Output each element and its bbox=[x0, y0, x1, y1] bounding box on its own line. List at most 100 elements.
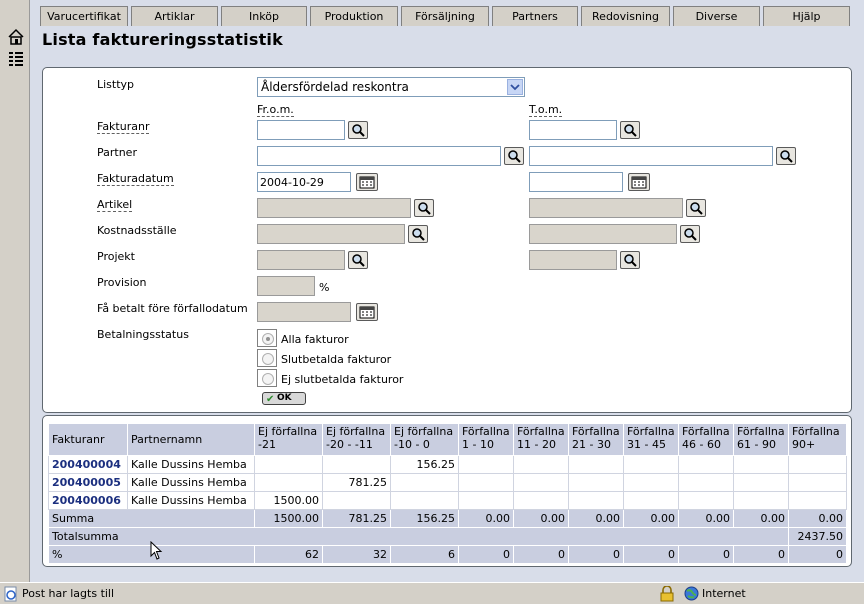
fakturadatum-to-calendar-button[interactable] bbox=[628, 173, 650, 191]
value-cell bbox=[254, 473, 323, 492]
value-cell bbox=[733, 455, 789, 474]
home-icon[interactable] bbox=[7, 28, 25, 46]
betalt-fore-calendar-button[interactable] bbox=[356, 303, 378, 321]
percent-cell: 6 bbox=[390, 545, 459, 564]
provision-input[interactable] bbox=[257, 276, 315, 296]
partner-label: Partner bbox=[97, 146, 137, 159]
value-cell bbox=[322, 491, 391, 510]
projekt-from-search-button[interactable] bbox=[348, 251, 368, 269]
results-table: Fakturanr Partnernamn Ej förfallna -21 E… bbox=[48, 423, 847, 564]
fakturanr-from-search-button[interactable] bbox=[348, 121, 368, 139]
col-header[interactable]: Förfallna 31 - 45 bbox=[623, 423, 679, 456]
col-header[interactable]: Förfallna 11 - 20 bbox=[513, 423, 569, 456]
value-cell bbox=[390, 473, 459, 492]
left-toolbar bbox=[0, 0, 30, 582]
fakturanr-link[interactable]: 200400004 bbox=[52, 458, 121, 471]
radio-alla-fakturor-label: Alla fakturor bbox=[281, 333, 349, 346]
status-text: Post har lagts till bbox=[22, 587, 115, 600]
ok-button[interactable]: ✔ OK bbox=[262, 392, 306, 405]
tab-hjalp[interactable]: Hjälp bbox=[763, 6, 850, 26]
radio-ej-slutbetalda-fakturor[interactable] bbox=[257, 369, 277, 387]
col-header[interactable]: Förfallna 46 - 60 bbox=[678, 423, 734, 456]
radio-alla-fakturor[interactable] bbox=[257, 329, 277, 347]
value-cell bbox=[513, 491, 569, 510]
percent-cell: 0 bbox=[788, 545, 847, 564]
artikel-from-search-button[interactable] bbox=[414, 199, 434, 217]
projekt-to-input[interactable] bbox=[529, 250, 617, 270]
col-header[interactable]: Förfallna 90+ bbox=[788, 423, 847, 456]
kostnadsstalle-from-input[interactable] bbox=[257, 224, 405, 244]
tom-column-header: T.o.m. bbox=[529, 103, 563, 117]
projekt-to-search-button[interactable] bbox=[620, 251, 640, 269]
tab-redovisning[interactable]: Redovisning bbox=[581, 6, 670, 26]
partner-from-input[interactable] bbox=[257, 146, 501, 166]
fakturanr-link[interactable]: 200400005 bbox=[52, 476, 121, 489]
value-cell bbox=[733, 491, 789, 510]
fakturanr-to-search-button[interactable] bbox=[620, 121, 640, 139]
kostnadsstalle-from-search-button[interactable] bbox=[408, 225, 428, 243]
fakturanr-from-input[interactable] bbox=[257, 120, 345, 140]
value-cell bbox=[623, 455, 679, 474]
col-header[interactable]: Förfallna 61 - 90 bbox=[733, 423, 789, 456]
tab-diverse[interactable]: Diverse bbox=[673, 6, 760, 26]
search-icon bbox=[684, 228, 697, 241]
betalt-fore-input[interactable] bbox=[257, 302, 351, 322]
summa-cell: 0.00 bbox=[678, 509, 734, 528]
col-header[interactable]: Ej förfallna -21 bbox=[254, 423, 323, 456]
partner-cell: Kalle Dussins Hemba bbox=[127, 455, 255, 474]
summa-cell: 0.00 bbox=[733, 509, 789, 528]
listtyp-label: Listtyp bbox=[97, 78, 135, 91]
calendar-icon bbox=[359, 176, 375, 189]
kostnadsstalle-to-search-button[interactable] bbox=[680, 225, 700, 243]
col-header[interactable]: Ej förfallna -20 - -11 bbox=[322, 423, 391, 456]
tab-partners[interactable]: Partners bbox=[492, 6, 578, 26]
col-header[interactable]: Fakturanr bbox=[48, 423, 128, 456]
partner-to-search-button[interactable] bbox=[776, 147, 796, 165]
percent-cell: 0 bbox=[733, 545, 789, 564]
search-icon bbox=[352, 254, 365, 267]
tab-varucertifikat[interactable]: Varucertifikat bbox=[40, 6, 128, 26]
from-column-header: Fr.o.m. bbox=[257, 103, 294, 117]
value-cell bbox=[678, 491, 734, 510]
radio-slutbetalda-fakturor[interactable] bbox=[257, 349, 277, 367]
tab-inkop[interactable]: Inköp bbox=[221, 6, 307, 26]
col-header[interactable]: Ej förfallna -10 - 0 bbox=[390, 423, 459, 456]
listtyp-select[interactable]: Åldersfördelad reskontra bbox=[257, 77, 525, 97]
col-header[interactable]: Förfallna 21 - 30 bbox=[568, 423, 624, 456]
percent-row: % 62 32 6 0 0 0 0 0 0 0 bbox=[48, 545, 847, 564]
value-cell bbox=[623, 473, 679, 492]
tab-forsaljning[interactable]: Försäljning bbox=[401, 6, 489, 26]
value-cell: 1500.00 bbox=[254, 491, 323, 510]
col-header[interactable]: Förfallna 1 - 10 bbox=[458, 423, 514, 456]
totalsumma-row: Totalsumma 2437.50 bbox=[48, 527, 847, 546]
value-cell: 781.25 bbox=[322, 473, 391, 492]
percent-cell: 62 bbox=[254, 545, 323, 564]
artikel-to-search-button[interactable] bbox=[686, 199, 706, 217]
list-icon[interactable] bbox=[7, 50, 25, 68]
artikel-from-input[interactable] bbox=[257, 198, 411, 218]
value-cell bbox=[568, 455, 624, 474]
value-cell bbox=[623, 491, 679, 510]
col-header[interactable]: Partnernamn bbox=[127, 423, 255, 456]
projekt-from-input[interactable] bbox=[257, 250, 345, 270]
search-icon bbox=[624, 254, 637, 267]
chevron-down-icon[interactable] bbox=[507, 79, 523, 95]
fakturanr-to-input[interactable] bbox=[529, 120, 617, 140]
projekt-label: Projekt bbox=[97, 250, 135, 263]
percent-cell: 0 bbox=[568, 545, 624, 564]
partner-cell: Kalle Dussins Hemba bbox=[127, 473, 255, 492]
lock-icon bbox=[660, 586, 674, 602]
fakturanr-link[interactable]: 200400006 bbox=[52, 494, 121, 507]
kostnadsstalle-to-input[interactable] bbox=[529, 224, 677, 244]
partner-to-input[interactable] bbox=[529, 146, 773, 166]
artikel-to-input[interactable] bbox=[529, 198, 683, 218]
fakturadatum-from-calendar-button[interactable] bbox=[356, 173, 378, 191]
tab-produktion[interactable]: Produktion bbox=[310, 6, 398, 26]
tab-artiklar[interactable]: Artiklar bbox=[131, 6, 218, 26]
fakturadatum-from-input[interactable] bbox=[257, 172, 351, 192]
partner-from-search-button[interactable] bbox=[504, 147, 524, 165]
listtyp-selected-value: Åldersfördelad reskontra bbox=[261, 80, 409, 94]
fakturadatum-to-input[interactable] bbox=[529, 172, 623, 192]
table-row: 200400006 Kalle Dussins Hemba 1500.00 bbox=[48, 491, 847, 510]
ok-button-label: OK bbox=[277, 393, 292, 403]
